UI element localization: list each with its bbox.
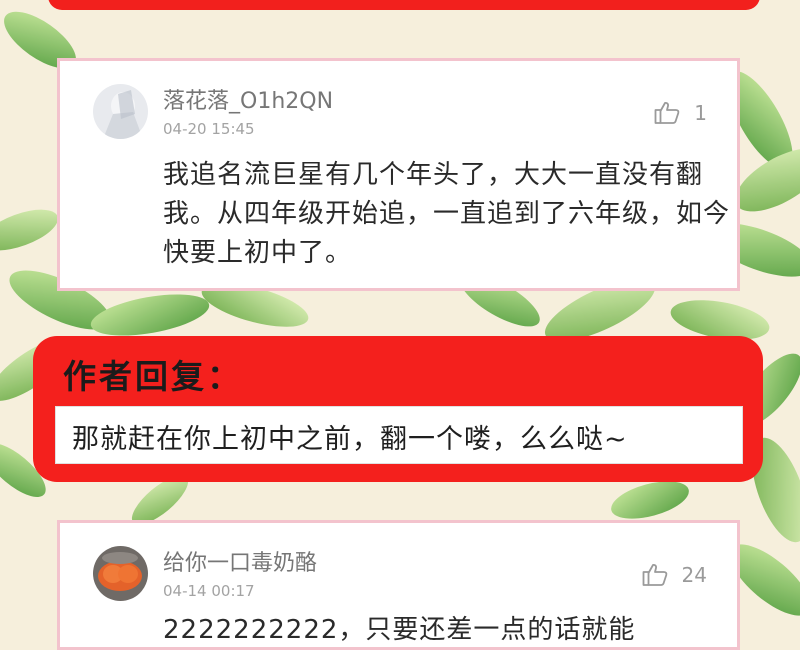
like-count: 24 bbox=[681, 563, 707, 587]
thumbs-up-icon bbox=[642, 563, 668, 587]
username[interactable]: 给你一口毒奶酪 bbox=[163, 545, 317, 577]
like-button[interactable]: 24 bbox=[642, 561, 707, 589]
author-reply-text: 那就赶在你上初中之前，翻一个喽，么么哒~ bbox=[72, 424, 628, 455]
like-count: 1 bbox=[694, 101, 707, 125]
avatar[interactable] bbox=[93, 84, 148, 139]
username[interactable]: 落花落_O1h2QN bbox=[163, 83, 333, 115]
timestamp: 04-14 00:17 bbox=[163, 582, 255, 600]
timestamp: 04-20 15:45 bbox=[163, 120, 255, 138]
author-reply-box: 作者回复： 那就赶在你上初中之前，翻一个喽，么么哒~ bbox=[33, 336, 763, 482]
like-button[interactable]: 1 bbox=[654, 99, 707, 127]
author-reply-content: 那就赶在你上初中之前，翻一个喽，么么哒~ bbox=[55, 406, 743, 464]
comment-text: 2222222222，只要还差一点的话就能 bbox=[163, 615, 636, 645]
thumbs-up-icon bbox=[654, 101, 680, 125]
comment-card: 落花落_O1h2QN 04-20 15:45 1 我追名流巨星有几个年头了，大大… bbox=[57, 58, 740, 291]
comment-card: 给你一口毒奶酪 04-14 00:17 24 2222222222，只要还差一点… bbox=[57, 520, 740, 650]
author-reply-title: 作者回复： bbox=[63, 357, 243, 396]
comment-text: 我追名流巨星有几个年头了，大大一直没有翻我。从四年级开始追，一直追到了六年级，如… bbox=[163, 160, 731, 268]
avatar[interactable] bbox=[93, 546, 148, 601]
previous-reply-box-edge bbox=[48, 0, 760, 10]
